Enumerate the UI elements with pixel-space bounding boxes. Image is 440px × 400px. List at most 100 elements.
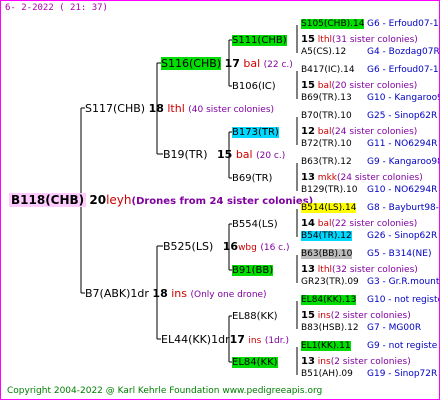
gen3-drone-info: 14 bal(22 sister colonies): [301, 218, 418, 229]
gen4-code: G9 - Kangaroo98R: [367, 157, 439, 167]
gen2-id[interactable]: EL44(KK)1dr: [161, 333, 230, 346]
gen1-note: (Only one drone): [190, 290, 267, 300]
gen4-id[interactable]: B83(HSB).12: [301, 323, 359, 333]
gen4-id[interactable]: B54(TR).12: [301, 231, 352, 241]
gen1-id[interactable]: S117(CHB): [85, 102, 145, 115]
gen2-entry: B19(TR) 15 bal (20 c.): [163, 148, 285, 163]
gen1-entry: S117(CHB) 18 lthl (40 sister colonies): [85, 102, 274, 117]
gen2-entry: B525(LS) 16wbg (16 c.): [163, 240, 290, 255]
gen3-id[interactable]: EL88(KK): [232, 311, 278, 322]
gen4-code: G8 - Bayburt98-3: [367, 203, 440, 213]
gen4-code: G10 - not registe: [367, 295, 440, 305]
gen4-id[interactable]: GR23(TR).09: [301, 277, 359, 287]
pedigree-chart: 6- 2-2022 ( 21: 37) B118(CHB) 20leyh(Dro…: [0, 0, 440, 400]
gen2-id[interactable]: B19(TR): [163, 148, 208, 161]
root-label: leyh: [106, 193, 132, 207]
gen2-entry: S116(CHB) 17 bal (22 c.): [161, 57, 293, 72]
root-queen-id[interactable]: B118(CHB): [9, 193, 87, 207]
gen3-id[interactable]: B106(IC): [232, 81, 276, 92]
gen4-entry: S105(CHB).14: [301, 18, 365, 31]
gen3-drone-info: 15 lthl(31 sister colonies): [301, 34, 418, 45]
gen4-entry: B63(TR).12: [301, 156, 352, 169]
gen4-entry: B417(IC).14: [301, 64, 355, 77]
gen4-id[interactable]: B514(LS).14: [301, 203, 357, 213]
gen3-id[interactable]: EL84(KK): [232, 357, 278, 368]
gen4-id[interactable]: B51(AH).09: [301, 369, 353, 379]
gen2-id[interactable]: B525(LS): [163, 240, 213, 253]
gen4-code: G25 - Sinop62R: [367, 111, 438, 121]
gen4-id[interactable]: EL84(KK).13: [301, 295, 357, 305]
gen2-count: 17: [229, 333, 245, 346]
gen3-entry: B106(IC): [232, 80, 276, 93]
gen3-id[interactable]: B554(LS): [232, 219, 278, 230]
gen1-note: (40 sister colonies): [188, 105, 275, 115]
gen4-entry: B69(TR).13: [301, 92, 352, 105]
gen3-entry: B69(TR): [232, 172, 272, 185]
gen3-drone-info: 15 ins(2 sister colonies): [301, 310, 411, 321]
gen4-id[interactable]: B72(TR).10: [301, 139, 352, 149]
gen4-id[interactable]: A5(CS).12: [301, 47, 346, 57]
gen3-id[interactable]: B69(TR): [232, 173, 272, 184]
gen4-code: G6 - Erfoud07-1Q: [367, 65, 440, 75]
gen2-note: (20 c.): [256, 151, 286, 161]
gen2-entry: EL44(KK)1dr17 ins (1dr.): [161, 333, 289, 348]
gen4-entry: B129(TR).10: [301, 184, 357, 197]
gen2-label: wbg: [238, 243, 257, 253]
gen4-id[interactable]: B63(BB).10: [301, 249, 353, 259]
gen4-code: G5 - B314(NE): [367, 249, 432, 259]
gen3-drone-info: 15 bal(20 sister colonies): [301, 80, 418, 91]
gen2-note: (16 c.): [260, 243, 290, 253]
root-count: 20: [89, 193, 107, 207]
gen4-id[interactable]: B417(IC).14: [301, 65, 355, 75]
gen1-label: lthl: [167, 102, 185, 115]
copyright-footer: Copyright 2004-2022 @ Karl Kehrle Founda…: [7, 386, 323, 396]
gen4-code: G11 - NO6294R: [367, 139, 438, 149]
gen4-code: G9 - not registe: [367, 341, 438, 351]
gen4-entry: B514(LS).14: [301, 202, 357, 215]
gen4-entry: B83(HSB).12: [301, 322, 359, 335]
gen3-drone-info: 13 mkk(24 sister colonies): [301, 172, 423, 183]
gen4-code: G3 - Gr.R.mounta: [367, 277, 440, 287]
gen1-count: 18: [148, 102, 164, 115]
gen4-entry: A5(CS).12: [301, 46, 346, 59]
gen1-id[interactable]: B7(ABK)1dr: [85, 287, 149, 300]
gen4-entry: EL84(KK).13: [301, 294, 357, 307]
gen4-entry: B63(BB).10: [301, 248, 353, 261]
gen4-id[interactable]: B63(TR).12: [301, 157, 352, 167]
gen4-code: G7 - MG00R: [367, 323, 422, 333]
gen4-code: G19 - Sinop72R: [367, 369, 438, 379]
gen4-entry: B72(TR).10: [301, 138, 352, 151]
print-date: 6- 2-2022 ( 21: 37): [5, 3, 108, 13]
gen2-count: 16: [222, 240, 239, 253]
gen3-entry: B554(LS): [232, 218, 278, 231]
gen4-id[interactable]: EL1(KK).11: [301, 341, 351, 351]
gen4-id[interactable]: S105(CHB).14: [301, 19, 365, 29]
gen4-code: G26 - Sinop62R: [367, 231, 438, 241]
gen3-id[interactable]: B173(TR): [232, 127, 279, 138]
gen1-entry: B7(ABK)1dr 18 ins (Only one drone): [85, 287, 267, 302]
gen4-id[interactable]: B129(TR).10: [301, 185, 357, 195]
gen4-code: G4 - Bozdag07R: [367, 47, 440, 57]
gen3-id[interactable]: B91(BB): [232, 265, 274, 276]
gen1-count: 18: [152, 287, 168, 300]
gen3-entry: B91(BB): [232, 264, 274, 277]
gen2-note: (1dr.): [264, 336, 290, 346]
gen2-id[interactable]: S116(CHB): [161, 57, 222, 70]
gen4-id[interactable]: B69(TR).13: [301, 93, 352, 103]
gen4-entry: B51(AH).09: [301, 368, 353, 381]
gen4-entry: B70(TR).10: [301, 110, 352, 123]
gen3-entry: S111(CHB): [232, 34, 287, 47]
gen3-id[interactable]: S111(CHB): [232, 35, 287, 46]
gen2-count: 17: [224, 57, 240, 70]
gen2-count: 15: [217, 148, 233, 161]
gen4-entry: EL1(KK).11: [301, 340, 351, 353]
gen2-label: bal: [235, 148, 253, 161]
gen4-entry: GR23(TR).09: [301, 276, 359, 289]
gen4-id[interactable]: B70(TR).10: [301, 111, 352, 121]
gen4-code: G10 - NO6294R: [367, 185, 438, 195]
root-note: (Drones from 24 sister colonies): [131, 196, 314, 207]
gen3-drone-info: 13 lthl(32 sister colonies): [301, 264, 418, 275]
gen3-entry: EL88(KK): [232, 310, 278, 323]
gen2-label: ins: [248, 336, 262, 346]
gen4-code: G10 - Kangaroo98R: [367, 93, 439, 103]
